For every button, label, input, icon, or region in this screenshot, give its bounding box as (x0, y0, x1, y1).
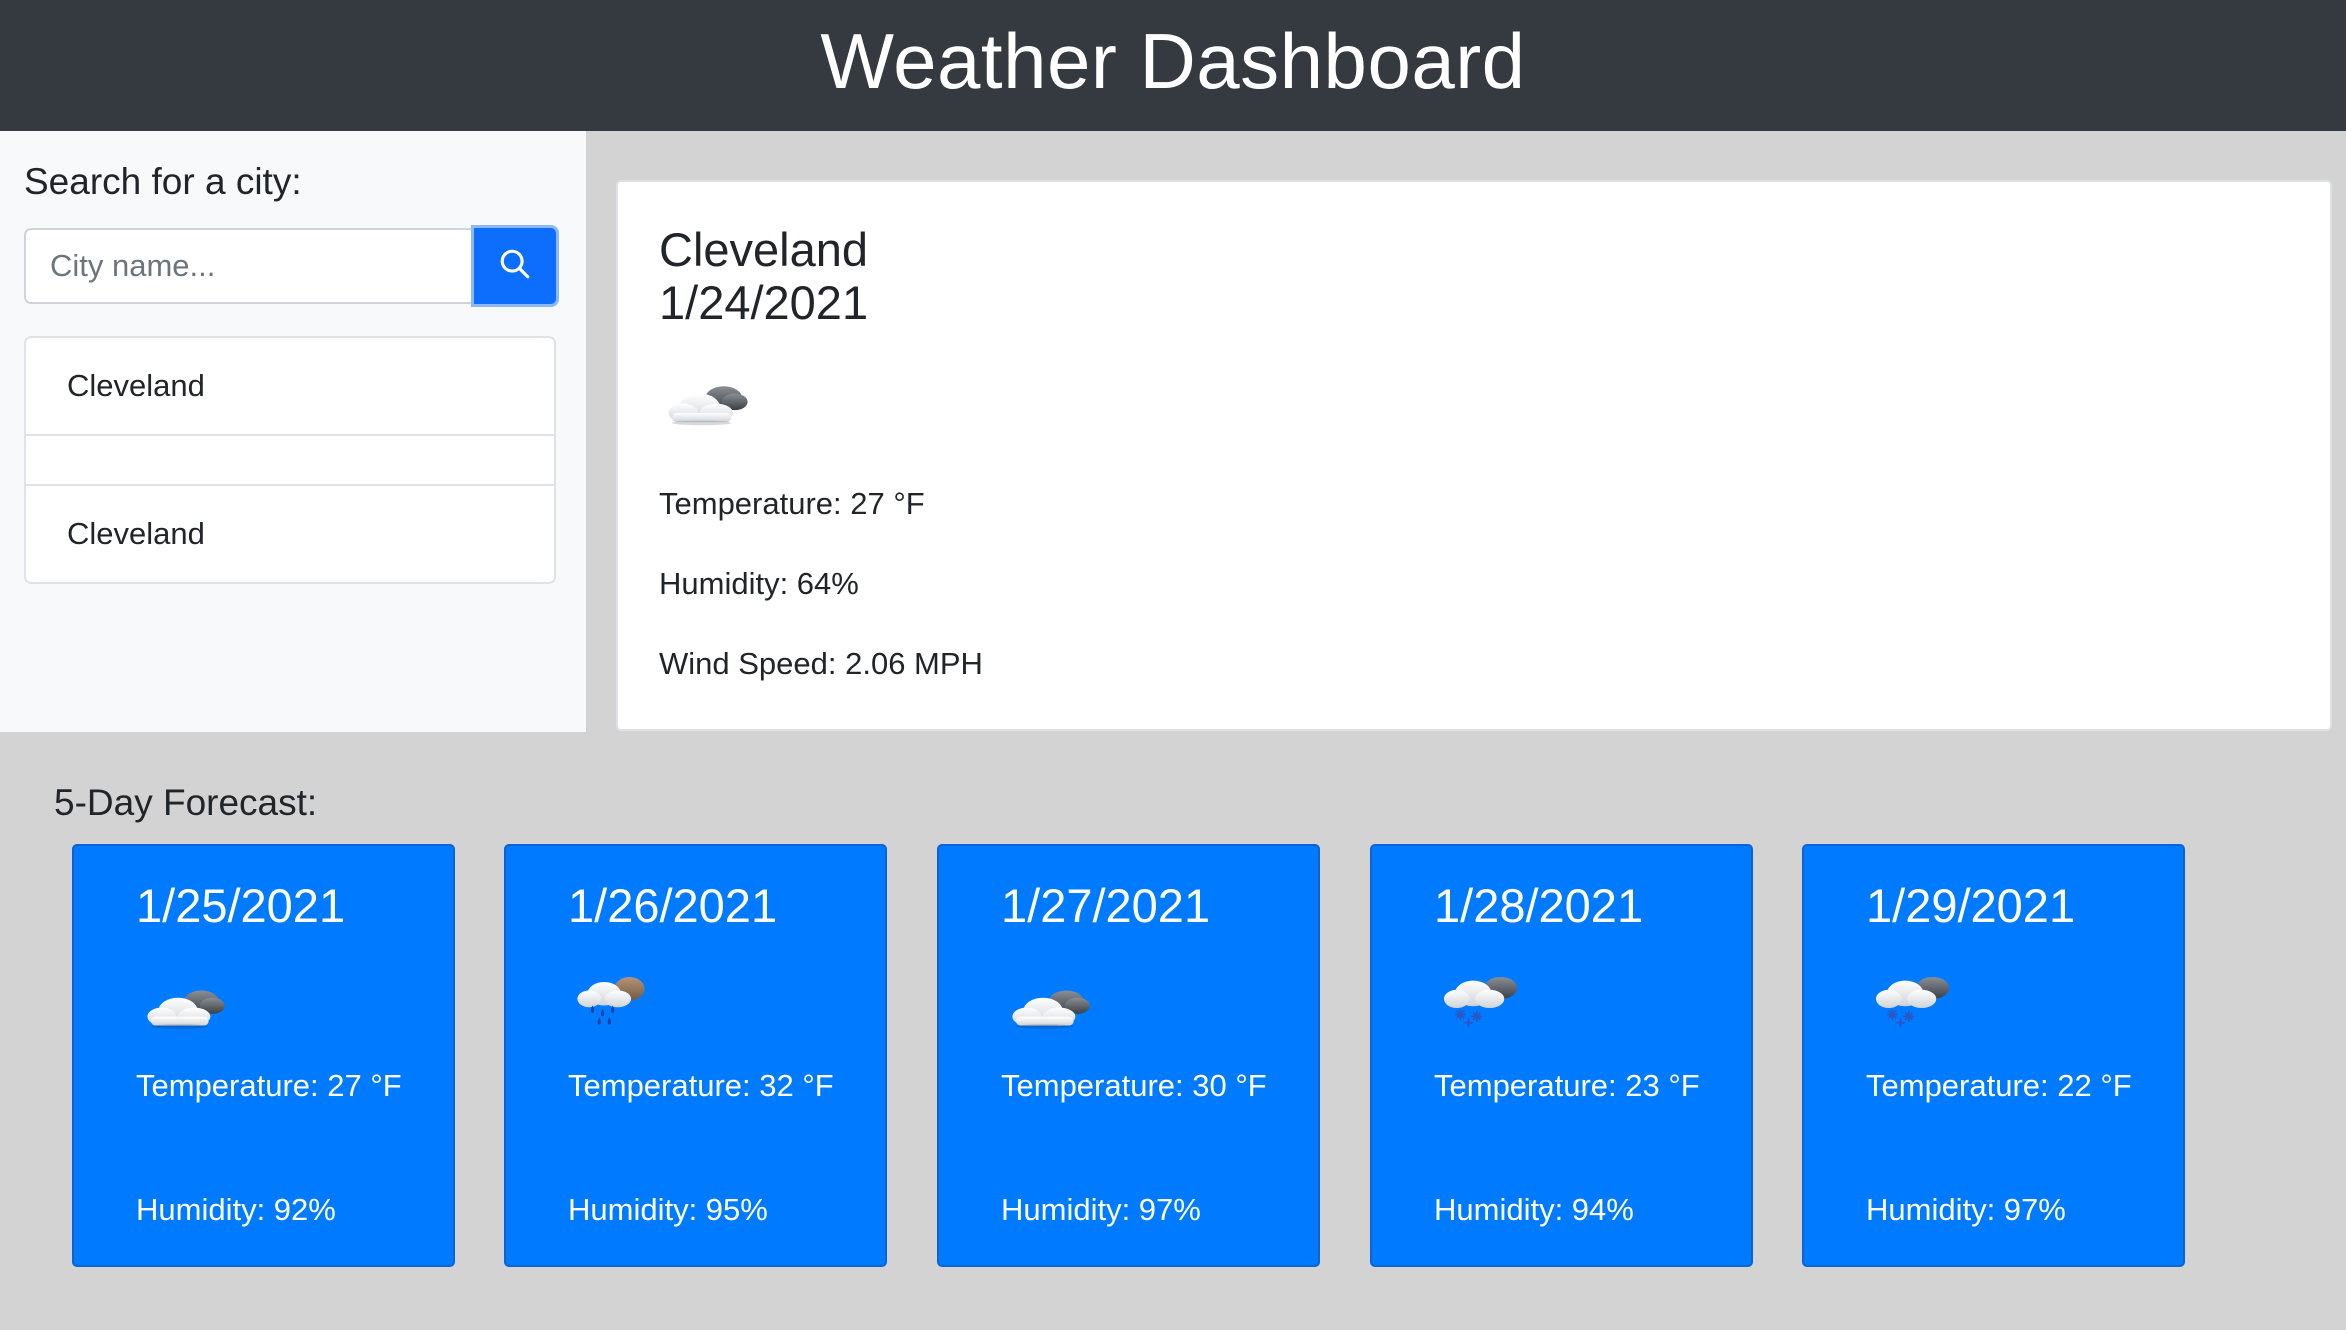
cloudy-icon (142, 976, 232, 1037)
forecast-date: 1/27/2021 (1001, 879, 1211, 932)
rain-icon (574, 966, 658, 1035)
search-icon (498, 247, 532, 286)
search-history-list: Cleveland Cleveland (24, 336, 556, 584)
current-humidity: Humidity: 64% (659, 566, 859, 601)
forecast-date: 1/29/2021 (1866, 879, 2076, 932)
history-item[interactable]: Cleveland (26, 486, 554, 582)
search-button[interactable] (471, 225, 559, 307)
current-date: 1/24/2021 (659, 276, 869, 329)
current-wind-speed: Wind Speed: 2.06 MPH (659, 646, 983, 681)
cloudy-icon (663, 372, 755, 433)
snow-icon (1872, 966, 1964, 1035)
forecast-humidity: Humidity: 95% (568, 1192, 768, 1227)
forecast-card: 1/29/2021 Temperature: 22 °F Humidity: 9… (1802, 844, 2185, 1267)
forecast-humidity: Humidity: 92% (136, 1192, 336, 1227)
forecast-card: 1/25/2021 Temperature: 27 °F Humidity: 9… (72, 844, 455, 1267)
forecast-date: 1/26/2021 (568, 879, 778, 932)
forecast-date: 1/28/2021 (1434, 879, 1644, 932)
forecast-date: 1/25/2021 (136, 879, 346, 932)
search-label: Search for a city: (24, 161, 302, 202)
current-weather-card: Cleveland 1/24/2021 Temperature: 27 °F H… (616, 180, 2332, 731)
forecast-card: 1/28/2021 Temperature: 23 °F Humidity: 9… (1370, 844, 1753, 1267)
cloudy-icon (1007, 976, 1097, 1037)
history-item[interactable]: Cleveland (26, 338, 554, 436)
forecast-card: 1/27/2021 Temperature: 30 °F Humidity: 9… (937, 844, 1320, 1267)
page-title: Weather Dashboard (820, 17, 1526, 105)
forecast-temperature: Temperature: 23 °F (1434, 1068, 1700, 1103)
forecast-temperature: Temperature: 32 °F (568, 1068, 834, 1103)
history-item-label: Cleveland (67, 516, 205, 551)
search-input[interactable] (24, 228, 474, 304)
app-header: Weather Dashboard (0, 0, 2346, 131)
current-temperature: Temperature: 27 °F (659, 486, 925, 521)
forecast-humidity: Humidity: 97% (1001, 1192, 1201, 1227)
history-item-label: Cleveland (67, 368, 205, 403)
forecast-humidity: Humidity: 94% (1434, 1192, 1634, 1227)
forecast-temperature: Temperature: 27 °F (136, 1068, 402, 1103)
forecast-temperature: Temperature: 30 °F (1001, 1068, 1267, 1103)
snow-icon (1440, 966, 1532, 1035)
forecast-temperature: Temperature: 22 °F (1866, 1068, 2132, 1103)
forecast-card: 1/26/2021 Temperature: 32 °F Humidity: 9… (504, 844, 887, 1267)
history-item[interactable] (26, 436, 554, 486)
forecast-humidity: Humidity: 97% (1866, 1192, 2066, 1227)
forecast-title: 5-Day Forecast: (54, 782, 318, 823)
current-city-name: Cleveland (659, 223, 869, 276)
